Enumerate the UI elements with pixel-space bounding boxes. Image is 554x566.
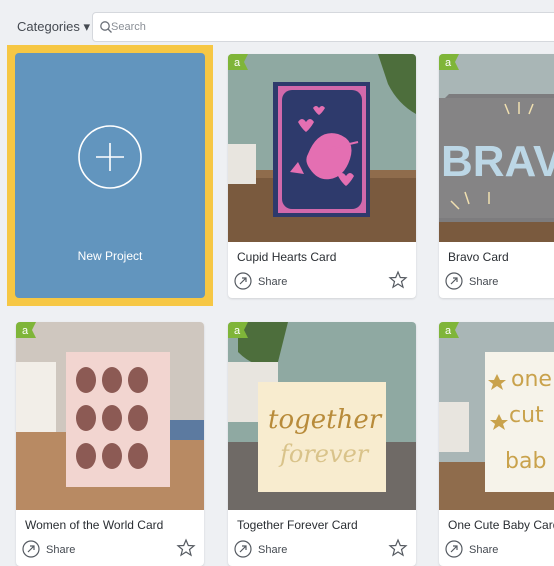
- project-card-women[interactable]: a Women of the World Card Share: [16, 322, 204, 566]
- svg-text:bab: bab: [505, 449, 546, 474]
- favorite-star-icon[interactable]: [388, 270, 408, 290]
- card-title[interactable]: Together Forever Card: [237, 518, 358, 532]
- bravo-card-image: BRAV: [439, 54, 554, 242]
- access-badge-icon: a: [228, 322, 248, 338]
- svg-text:forever: forever: [278, 440, 370, 468]
- card-thumbnail[interactable]: a: [16, 322, 204, 510]
- favorite-star-icon[interactable]: [388, 538, 408, 558]
- card-title[interactable]: Cupid Hearts Card: [237, 250, 336, 264]
- together-card-image: together forever: [228, 322, 416, 510]
- card-title[interactable]: Women of the World Card: [25, 518, 163, 532]
- new-project-highlight: New Project: [7, 45, 213, 306]
- svg-text:BRAV: BRAV: [441, 137, 554, 186]
- share-icon[interactable]: [234, 272, 252, 290]
- svg-text:a: a: [234, 57, 241, 69]
- share-link[interactable]: Share: [258, 276, 287, 288]
- access-badge-icon: a: [439, 54, 459, 70]
- share-icon[interactable]: [445, 272, 463, 290]
- card-thumbnail[interactable]: a: [228, 54, 416, 242]
- card-title[interactable]: Bravo Card: [448, 250, 509, 264]
- project-card-cupid[interactable]: a Cupid Hearts Card Share: [228, 54, 416, 298]
- plus-circle-icon: [78, 125, 142, 189]
- new-project-tile[interactable]: New Project: [15, 53, 205, 298]
- top-bar: Categories ▾: [0, 0, 554, 46]
- svg-text:a: a: [234, 325, 241, 337]
- svg-text:cut: cut: [509, 403, 544, 428]
- card-thumbnail[interactable]: BRAV a: [439, 54, 554, 242]
- project-card-together[interactable]: together forever a Together Forever Card…: [228, 322, 416, 566]
- svg-text:a: a: [445, 325, 452, 337]
- access-badge-icon: a: [16, 322, 36, 338]
- svg-text:a: a: [445, 57, 452, 69]
- search-input[interactable]: [111, 13, 511, 41]
- access-badge-icon: a: [228, 54, 248, 70]
- categories-dropdown[interactable]: Categories ▾: [17, 19, 90, 35]
- share-link[interactable]: Share: [469, 544, 498, 556]
- share-link[interactable]: Share: [469, 276, 498, 288]
- share-link[interactable]: Share: [46, 544, 75, 556]
- search-box[interactable]: [92, 12, 554, 42]
- baby-card-image: one cut bab: [439, 322, 554, 510]
- project-card-baby[interactable]: one cut bab a One Cute Baby Card Share: [439, 322, 554, 566]
- favorite-star-icon[interactable]: [176, 538, 196, 558]
- share-icon[interactable]: [445, 540, 463, 558]
- svg-text:together: together: [268, 405, 383, 435]
- svg-text:one: one: [511, 367, 552, 392]
- project-card-bravo[interactable]: BRAV a Bravo Card Share: [439, 54, 554, 298]
- card-title[interactable]: One Cute Baby Card: [448, 518, 554, 532]
- cupid-card-image: [228, 54, 416, 242]
- access-badge-icon: a: [439, 322, 459, 338]
- women-card-image: [16, 322, 204, 510]
- share-link[interactable]: Share: [258, 544, 287, 556]
- share-icon[interactable]: [234, 540, 252, 558]
- card-thumbnail[interactable]: one cut bab a: [439, 322, 554, 510]
- share-icon[interactable]: [22, 540, 40, 558]
- svg-text:a: a: [22, 325, 29, 337]
- new-project-label: New Project: [77, 249, 143, 263]
- card-thumbnail[interactable]: together forever a: [228, 322, 416, 510]
